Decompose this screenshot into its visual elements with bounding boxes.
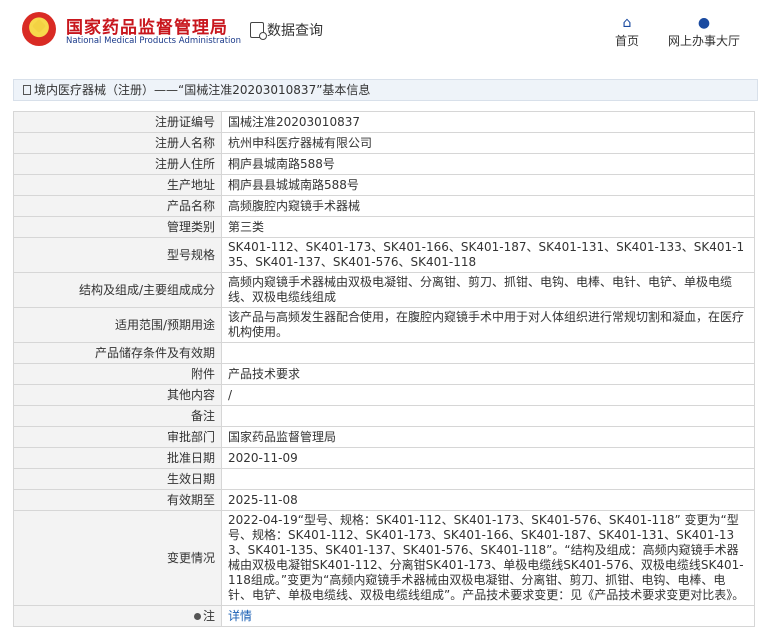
nav-office-label: 网上办事大厅	[667, 34, 740, 48]
row-value: 国家药品监督管理局	[221, 426, 755, 448]
table-row: 注册人住所 桐庐县城南路588号	[13, 153, 755, 175]
row-value	[221, 342, 755, 364]
row-value: 桐庐县城南路588号	[221, 153, 755, 175]
table-row: 产品名称 高频腹腔内窥镜手术器械	[13, 195, 755, 217]
row-label: 产品名称	[13, 195, 222, 217]
pin-icon	[193, 612, 201, 620]
row-label: 适用范围/预期用途	[13, 307, 222, 343]
table-row: 审批部门 国家药品监督管理局	[13, 426, 755, 448]
home-icon: ⌂	[622, 15, 632, 31]
row-value: /	[221, 384, 755, 406]
user-icon: ●	[697, 15, 711, 31]
row-label: 生效日期	[13, 468, 222, 490]
table-row: 产品储存条件及有效期	[13, 342, 755, 364]
row-value: 高频腹腔内窥镜手术器械	[221, 195, 755, 217]
note-value-cell: 详情	[221, 605, 755, 627]
row-label: 有效期至	[13, 489, 222, 511]
row-value: 高频内窥镜手术器械由双极电凝钳、分离钳、剪刀、抓钳、电钩、电棒、电针、电铲、单极…	[221, 272, 755, 308]
table-row: 注册人名称 杭州申科医疗器械有限公司	[13, 132, 755, 154]
row-label: 产品储存条件及有效期	[13, 342, 222, 364]
site-title[interactable]: 国家药品监督管理局	[66, 13, 228, 38]
row-value: 杭州申科医疗器械有限公司	[221, 132, 755, 154]
row-label: 审批部门	[13, 426, 222, 448]
table-row: 有效期至 2025-11-08	[13, 489, 755, 511]
row-label: 型号规格	[13, 237, 222, 273]
row-label: 生产地址	[13, 174, 222, 196]
breadcrumb-text: 境内医疗器械（注册）——“国械注准20203010837”基本信息	[34, 83, 371, 97]
note-label-cell: 注	[13, 605, 222, 627]
data-query-link[interactable]: 数据查询	[250, 20, 323, 40]
row-value: 2020-11-09	[221, 447, 755, 469]
row-value: 第三类	[221, 216, 755, 238]
table-row: 变更情况 2022-04-19“型号、规格：SK401-112、SK401-173…	[13, 510, 755, 606]
row-label: 注册证编号	[13, 111, 222, 133]
row-value: 产品技术要求	[221, 363, 755, 385]
table-row: 生效日期	[13, 468, 755, 490]
table-row: 批准日期 2020-11-09	[13, 447, 755, 469]
document-icon	[23, 85, 31, 95]
table-row: 备注	[13, 405, 755, 427]
row-label: 其他内容	[13, 384, 222, 406]
table-row: 注册证编号 国械注准20203010837	[13, 111, 755, 133]
table-row: 附件 产品技术要求	[13, 363, 755, 385]
note-label: 注	[202, 608, 215, 623]
table-row: 生产地址 桐庐县县城城南路588号	[13, 174, 755, 196]
data-search-icon	[250, 22, 267, 40]
details-link[interactable]: 详情	[228, 609, 252, 623]
table-row: 结构及组成/主要组成成分 高频内窥镜手术器械由双极电凝钳、分离钳、剪刀、抓钳、电钩…	[13, 272, 755, 308]
table-row: 管理类别 第三类	[13, 216, 755, 238]
row-value: 桐庐县县城城南路588号	[221, 174, 755, 196]
breadcrumb: 境内医疗器械（注册）——“国械注准20203010837”基本信息	[13, 79, 758, 101]
table-row: 型号规格 SK401-112、SK401-173、SK401-166、SK401-…	[13, 237, 755, 273]
national-emblem-logo	[22, 12, 56, 46]
row-value: 2022-04-19“型号、规格：SK401-112、SK401-173、SK4…	[221, 510, 755, 606]
row-label: 批准日期	[13, 447, 222, 469]
row-value	[221, 405, 755, 427]
nav-home-label: 首页	[614, 34, 639, 48]
row-label: 结构及组成/主要组成成分	[13, 272, 222, 308]
row-label: 管理类别	[13, 216, 222, 238]
row-label: 注册人名称	[13, 132, 222, 154]
row-value	[221, 468, 755, 490]
site-header: 国家药品监督管理局 National Medical Products Admi…	[0, 0, 760, 72]
table-row: 注 详情	[13, 605, 755, 627]
row-label: 变更情况	[13, 510, 222, 606]
info-table: 注册证编号 国械注准20203010837 注册人名称 杭州申科医疗器械有限公司 注…	[13, 111, 755, 627]
row-value: 该产品与高频发生器配合使用，在腹腔内窥镜手术中用于对人体组织进行常规切割和凝血，…	[221, 307, 755, 343]
row-value: 2025-11-08	[221, 489, 755, 511]
row-label: 附件	[13, 363, 222, 385]
row-label: 备注	[13, 405, 222, 427]
row-value: SK401-112、SK401-173、SK401-166、SK401-187、…	[221, 237, 755, 273]
nav-online-office[interactable]: ● 网上办事大厅	[662, 14, 746, 49]
row-label: 注册人住所	[13, 153, 222, 175]
row-value: 国械注准20203010837	[221, 111, 755, 133]
table-row: 适用范围/预期用途 该产品与高频发生器配合使用，在腹腔内窥镜手术中用于对人体组织进…	[13, 307, 755, 343]
table-row: 其他内容 /	[13, 384, 755, 406]
data-query-label: 数据查询	[267, 23, 323, 39]
nav-home[interactable]: ⌂ 首页	[610, 14, 644, 49]
site-subtitle: National Medical Products Administration	[66, 36, 241, 46]
